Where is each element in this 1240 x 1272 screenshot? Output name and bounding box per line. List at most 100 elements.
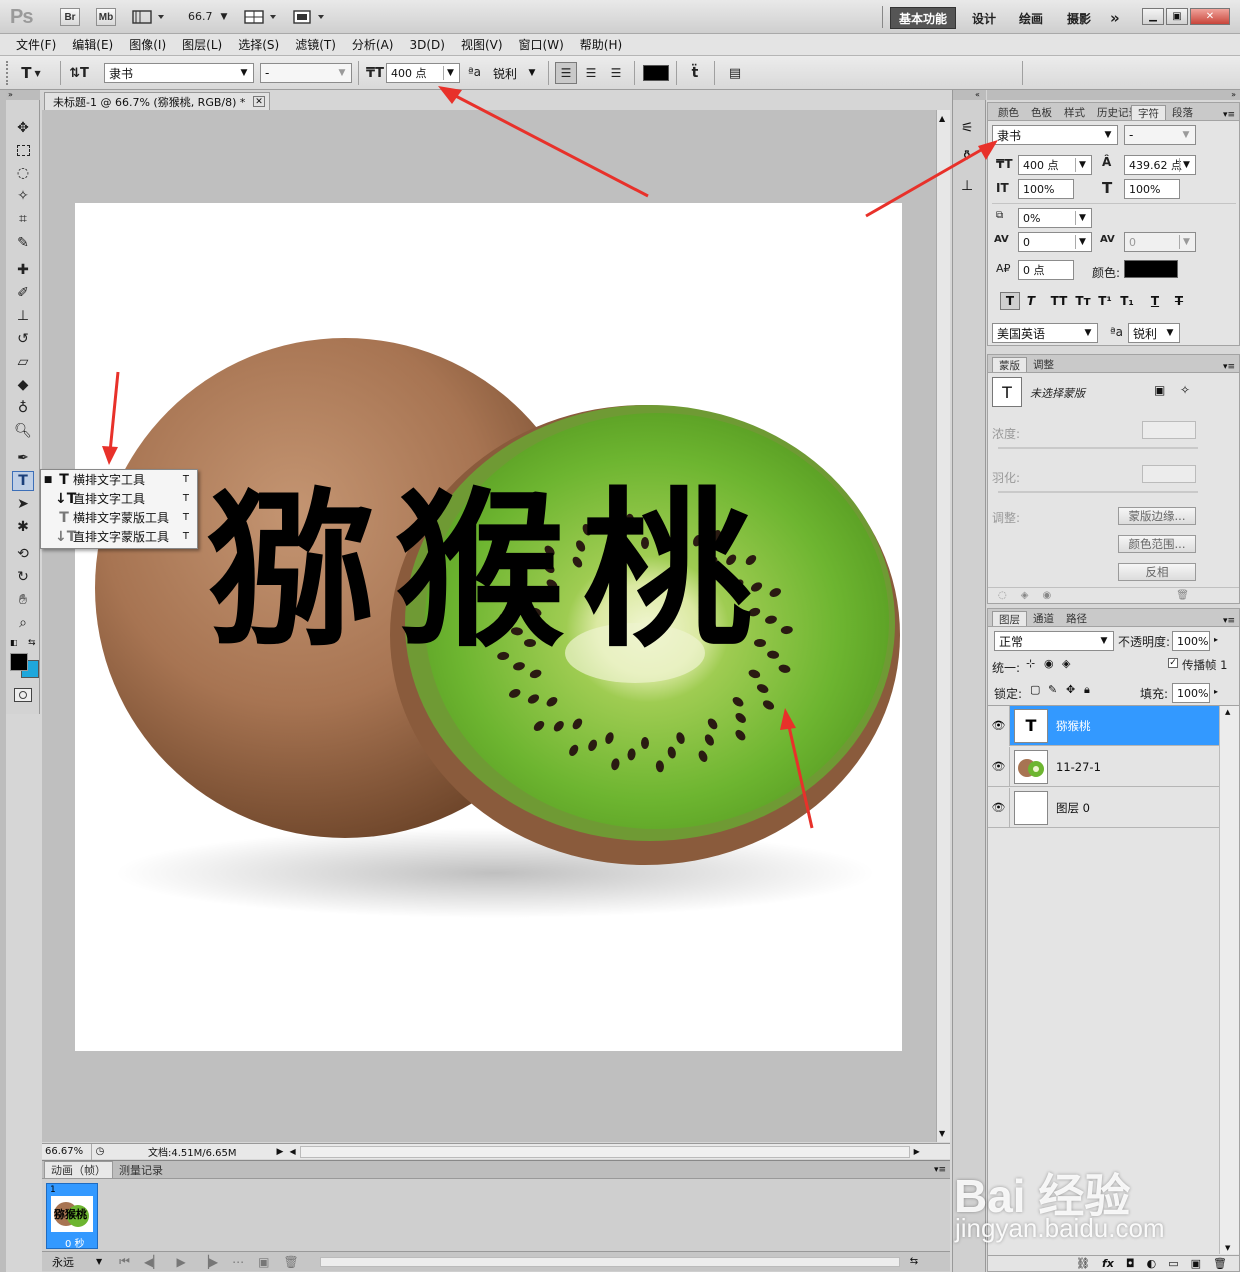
- healing-brush-tool[interactable]: ✚: [12, 260, 34, 280]
- move-tool[interactable]: ✥: [12, 118, 34, 138]
- menu-edit[interactable]: 编辑(E): [64, 34, 121, 56]
- chevron-right-icon[interactable]: ▸: [1214, 687, 1218, 696]
- pen-tool[interactable]: ✒: [12, 448, 34, 468]
- new-layer-icon[interactable]: ▣: [1191, 1257, 1201, 1270]
- pixel-mask-icon[interactable]: ▣: [1154, 383, 1165, 397]
- invert-button[interactable]: 反相: [1118, 563, 1196, 581]
- hscroll-left-icon[interactable]: ◀: [289, 1147, 295, 1156]
- tab-adjustments[interactable]: 调整: [1027, 357, 1060, 372]
- warp-text-button[interactable]: ẗ: [684, 62, 706, 84]
- play-icon[interactable]: ▶: [176, 1255, 185, 1269]
- char-font-style-select[interactable]: - ▼: [1124, 125, 1196, 145]
- vertical-type-tool-item[interactable]: ↓T 直排文字工具 T: [41, 489, 197, 508]
- eye-icon[interactable]: 👁︎: [988, 746, 1010, 787]
- vertical-scrollbar[interactable]: ▲ ▼: [936, 110, 950, 1142]
- unify-position-icon[interactable]: ⊹: [1026, 657, 1035, 670]
- eyedropper-tool[interactable]: ✎: [12, 233, 34, 253]
- workspace-painting-button[interactable]: 绘画: [1011, 7, 1051, 29]
- small-caps-button[interactable]: Tт: [1072, 294, 1094, 308]
- faux-bold-button[interactable]: T: [1000, 292, 1020, 310]
- toggle-panels-button[interactable]: ▤: [724, 62, 746, 84]
- menu-image[interactable]: 图像(I): [121, 34, 174, 56]
- tab-animation[interactable]: 动画（帧）: [44, 1161, 113, 1178]
- collapse-icon[interactable]: »: [987, 90, 1240, 100]
- vector-mask-icon[interactable]: ✧: [1180, 383, 1190, 397]
- blur-tool[interactable]: ♁: [12, 398, 34, 418]
- bridge-button[interactable]: Br: [60, 8, 80, 26]
- scroll-down-icon[interactable]: ▼: [939, 1129, 945, 1138]
- collapse-icon[interactable]: »: [6, 90, 40, 100]
- canvas-text-layer[interactable]: 猕猴桃: [75, 471, 902, 671]
- default-colors-icon[interactable]: ◧: [10, 638, 18, 647]
- propagate-checkbox[interactable]: ✓: [1168, 658, 1178, 668]
- char-leading-select[interactable]: 439.62 点 ▼: [1124, 155, 1196, 175]
- link-layers-icon[interactable]: ⛓︎: [1076, 1257, 1090, 1270]
- next-frame-icon[interactable]: ▕▶: [200, 1255, 218, 1269]
- tab-paths[interactable]: 路径: [1060, 611, 1093, 626]
- tween-icon[interactable]: ⋯: [232, 1255, 244, 1269]
- tab-history[interactable]: 历史记录: [1091, 105, 1131, 120]
- frame-delay[interactable]: 0 秒: [65, 1235, 85, 1250]
- font-style-select[interactable]: - ▼: [260, 63, 352, 83]
- apply-mask-icon[interactable]: ◈: [1021, 590, 1029, 601]
- panel-menu-icon[interactable]: ▾≡: [1223, 110, 1235, 120]
- zoom-tool[interactable]: ⌕: [12, 613, 34, 633]
- panel-menu-icon[interactable]: ▾≡: [934, 1165, 946, 1175]
- tab-paragraph[interactable]: 段落: [1166, 105, 1199, 120]
- menu-help[interactable]: 帮助(H): [572, 34, 630, 56]
- scroll-up-icon[interactable]: ▲: [1225, 708, 1230, 716]
- align-center-button[interactable]: ☰: [580, 62, 602, 84]
- timeline-convert-icon[interactable]: ⇆: [910, 1256, 918, 1267]
- 3d-rotate-tool[interactable]: ⟲: [12, 544, 34, 564]
- layer-row-background[interactable]: 👁︎ 图层 0: [988, 787, 1219, 828]
- animation-frame[interactable]: 1 猕猴桃 0 秒: [46, 1183, 98, 1250]
- blend-mode-select[interactable]: 正常 ▼: [994, 631, 1114, 651]
- clone-source-icon[interactable]: ⊥: [961, 178, 973, 194]
- char-language-select[interactable]: 美国英语 ▼: [992, 323, 1098, 343]
- color-range-button[interactable]: 颜色范围...: [1118, 535, 1196, 553]
- subscript-button[interactable]: T₁: [1116, 294, 1138, 308]
- all-caps-button[interactable]: TT: [1046, 294, 1072, 308]
- density-slider[interactable]: [998, 447, 1198, 449]
- lock-all-icon[interactable]: 🔒︎: [1084, 683, 1090, 697]
- panel-menu-icon[interactable]: ▾≡: [1223, 362, 1235, 372]
- tab-measurement-log[interactable]: 测量记录: [113, 1161, 169, 1178]
- expand-icon[interactable]: «: [953, 90, 986, 100]
- tab-swatches[interactable]: 色板: [1025, 105, 1058, 120]
- feather-input[interactable]: [1142, 465, 1196, 483]
- lasso-tool[interactable]: ◌: [12, 163, 34, 183]
- feather-slider[interactable]: [998, 491, 1198, 493]
- unify-visibility-icon[interactable]: ◉: [1044, 657, 1054, 670]
- layers-scrollbar[interactable]: ▲ ▼: [1219, 706, 1239, 1254]
- char-font-size-select[interactable]: 400 点 ▼: [1018, 155, 1092, 175]
- swap-colors-icon[interactable]: ⇆: [28, 638, 36, 648]
- zoom-level-select[interactable]: 66.7 ▼: [188, 10, 227, 23]
- arrange-documents-menu[interactable]: [244, 9, 280, 25]
- brush-tool[interactable]: ✐: [12, 283, 34, 303]
- clone-stamp-tool[interactable]: ⊥: [12, 306, 34, 326]
- maximize-button[interactable]: ▣: [1166, 8, 1188, 25]
- lock-pixels-icon[interactable]: ✎: [1048, 683, 1057, 696]
- status-menu-icon[interactable]: ▶: [277, 1147, 284, 1157]
- char-baseline-input[interactable]: 0 点: [1018, 260, 1074, 280]
- workspace-photography-button[interactable]: 摄影: [1059, 7, 1099, 29]
- close-document-icon[interactable]: ✕: [253, 96, 265, 107]
- shape-tool[interactable]: ✱: [12, 517, 34, 537]
- disable-mask-icon[interactable]: ◉: [1042, 590, 1051, 601]
- menu-analysis[interactable]: 分析(A): [344, 34, 402, 56]
- tab-styles[interactable]: 样式: [1058, 105, 1091, 120]
- char-antialias-select[interactable]: 锐利 ▼: [1128, 323, 1180, 343]
- char-font-family-select[interactable]: 隶书 ▼: [992, 125, 1118, 145]
- unify-style-icon[interactable]: ◈: [1062, 657, 1070, 670]
- char-vertical-scale-input[interactable]: 100%: [1018, 179, 1074, 199]
- delete-layer-icon[interactable]: 🗑︎: [1213, 1257, 1227, 1270]
- dodge-tool[interactable]: 🔍︎: [12, 421, 34, 441]
- path-selection-tool[interactable]: ➤: [12, 494, 34, 514]
- density-input[interactable]: [1142, 421, 1196, 439]
- char-tracking-select[interactable]: 0 ▼: [1124, 232, 1196, 252]
- eye-icon[interactable]: 👁︎: [988, 787, 1010, 828]
- animation-scrollbar[interactable]: [319, 1256, 900, 1267]
- load-selection-icon[interactable]: ◌: [998, 590, 1007, 601]
- mask-edge-button[interactable]: 蒙版边缘...: [1118, 507, 1196, 525]
- text-color-swatch[interactable]: [643, 65, 669, 81]
